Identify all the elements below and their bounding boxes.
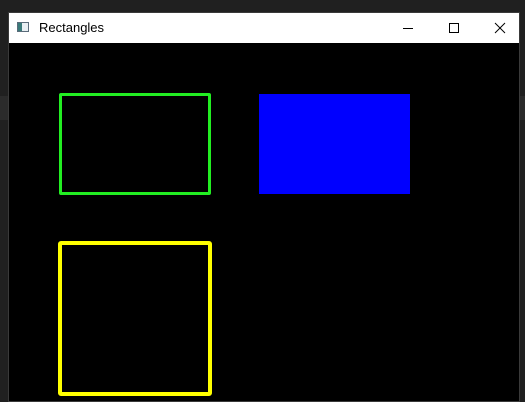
drawing-canvas <box>9 43 519 401</box>
title-bar[interactable]: Rectangles <box>9 13 519 43</box>
minimize-icon <box>403 28 413 29</box>
rectangles-window: Rectangles <box>8 12 520 402</box>
green-rectangle-outline <box>59 93 211 195</box>
close-icon <box>494 22 506 34</box>
app-icon[interactable] <box>17 22 29 32</box>
yellow-square-outline <box>58 241 212 396</box>
maximize-button[interactable] <box>431 13 477 43</box>
window-title: Rectangles <box>39 20 105 35</box>
minimize-button[interactable] <box>385 13 431 43</box>
close-button[interactable] <box>477 13 523 43</box>
blue-filled-rectangle <box>259 94 410 194</box>
maximize-icon <box>449 23 459 33</box>
